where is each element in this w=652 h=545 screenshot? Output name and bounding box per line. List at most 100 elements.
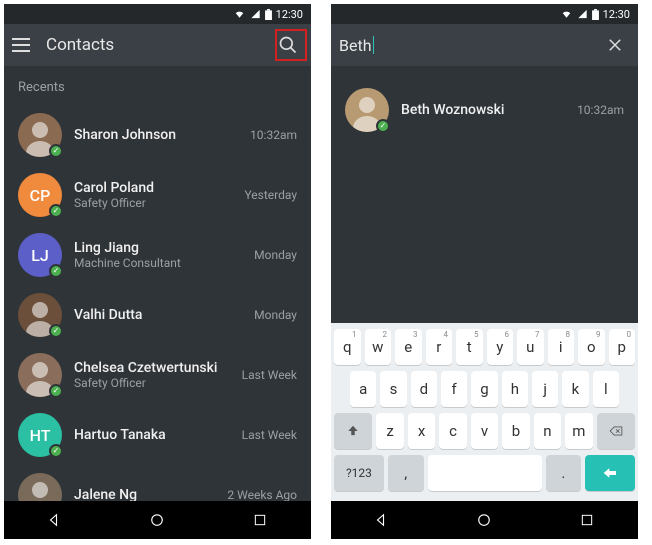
shift-key[interactable] bbox=[334, 413, 372, 449]
signal-icon bbox=[250, 9, 261, 19]
back-button[interactable] bbox=[35, 505, 75, 535]
key-o[interactable]: 9o bbox=[578, 329, 605, 365]
period-key[interactable]: . bbox=[546, 455, 582, 491]
key-f[interactable]: f bbox=[441, 371, 467, 407]
avatar: HT bbox=[18, 413, 62, 457]
app-bar: Contacts bbox=[4, 24, 311, 66]
contact-name: Chelsea Czetwertunski bbox=[74, 360, 230, 376]
contact-subtitle: Safety Officer bbox=[74, 376, 230, 390]
comma-key[interactable]: , bbox=[388, 455, 424, 491]
search-bar: Beth bbox=[331, 24, 638, 66]
contacts-list[interactable]: Recents Sharon Johnson 10:32am CP Carol … bbox=[4, 66, 311, 501]
contact-time: 10:32am bbox=[577, 103, 624, 117]
space-key[interactable] bbox=[428, 455, 542, 491]
tutorial-highlight bbox=[275, 29, 307, 61]
key-m[interactable]: m bbox=[565, 413, 592, 449]
section-label: Recents bbox=[4, 66, 311, 105]
presence-badge bbox=[376, 119, 390, 133]
key-b[interactable]: b bbox=[502, 413, 529, 449]
presence-badge bbox=[49, 324, 63, 338]
contact-row[interactable]: Chelsea Czetwertunski Safety Officer Las… bbox=[4, 345, 311, 405]
key-t[interactable]: 5t bbox=[456, 329, 483, 365]
key-u[interactable]: 7u bbox=[517, 329, 544, 365]
key-r[interactable]: 4r bbox=[426, 329, 453, 365]
presence-badge bbox=[49, 144, 63, 158]
contact-info: Sharon Johnson bbox=[74, 127, 238, 143]
contact-row[interactable]: Sharon Johnson 10:32am bbox=[4, 105, 311, 165]
key-a[interactable]: a bbox=[350, 371, 376, 407]
key-l[interactable]: l bbox=[593, 371, 619, 407]
backspace-key[interactable] bbox=[597, 413, 635, 449]
presence-badge bbox=[49, 384, 63, 398]
key-v[interactable]: v bbox=[471, 413, 498, 449]
recents-button[interactable] bbox=[240, 505, 280, 535]
contact-time: Last Week bbox=[242, 368, 297, 382]
key-c[interactable]: c bbox=[439, 413, 466, 449]
contact-row[interactable]: HT Hartuo Tanaka Last Week bbox=[4, 405, 311, 465]
key-e[interactable]: 3e bbox=[395, 329, 422, 365]
key-d[interactable]: d bbox=[411, 371, 437, 407]
contact-info: Hartuo Tanaka bbox=[74, 427, 230, 443]
avatar: LJ bbox=[18, 233, 62, 277]
key-k[interactable]: k bbox=[562, 371, 588, 407]
contact-row[interactable]: LJ Ling Jiang Machine Consultant Monday bbox=[4, 225, 311, 285]
android-nav-bar bbox=[4, 501, 311, 539]
status-time: 12:30 bbox=[276, 8, 303, 21]
key-g[interactable]: g bbox=[471, 371, 497, 407]
enter-key[interactable] bbox=[585, 455, 635, 491]
avatar bbox=[18, 113, 62, 157]
key-w[interactable]: 2w bbox=[365, 329, 392, 365]
key-p[interactable]: 0p bbox=[609, 329, 636, 365]
contact-name: Jalene Ng bbox=[74, 487, 215, 501]
contact-info: Ling Jiang Machine Consultant bbox=[74, 240, 242, 270]
key-j[interactable]: j bbox=[532, 371, 558, 407]
contact-name: Beth Woznowski bbox=[401, 102, 565, 118]
search-input[interactable]: Beth bbox=[339, 36, 372, 55]
key-x[interactable]: x bbox=[408, 413, 435, 449]
menu-button[interactable] bbox=[12, 34, 34, 56]
contact-row[interactable]: Valhi Dutta Monday bbox=[4, 285, 311, 345]
contact-row[interactable]: CP Carol Poland Safety Officer Yesterday bbox=[4, 165, 311, 225]
android-nav-bar bbox=[331, 501, 638, 539]
recents-button[interactable] bbox=[567, 505, 607, 535]
key-s[interactable]: s bbox=[380, 371, 406, 407]
key-z[interactable]: z bbox=[376, 413, 403, 449]
contact-row[interactable]: Jalene Ng 2 Weeks Ago bbox=[4, 465, 311, 501]
avatar bbox=[345, 88, 389, 132]
contact-time: Last Week bbox=[242, 428, 297, 442]
search-screen: 12:30 Beth Beth Woznowski 10:32am 1q2w3e… bbox=[331, 4, 638, 539]
key-n[interactable]: n bbox=[534, 413, 561, 449]
contacts-screen: 12:30 Contacts Recents Sharon Johnson 10… bbox=[4, 4, 311, 539]
presence-badge bbox=[49, 264, 63, 278]
signal-icon bbox=[577, 9, 588, 19]
home-button[interactable] bbox=[464, 505, 504, 535]
contact-time: 10:32am bbox=[250, 128, 297, 142]
avatar bbox=[18, 293, 62, 337]
contact-name: Sharon Johnson bbox=[74, 127, 238, 143]
search-results[interactable]: Beth Woznowski 10:32am bbox=[331, 66, 638, 323]
clear-search-button[interactable] bbox=[600, 30, 630, 60]
status-bar: 12:30 bbox=[4, 4, 311, 24]
presence-badge bbox=[49, 444, 63, 458]
battery-icon bbox=[592, 9, 599, 20]
wifi-icon bbox=[560, 9, 573, 19]
contact-info: Jalene Ng bbox=[74, 487, 215, 501]
key-i[interactable]: 8i bbox=[548, 329, 575, 365]
back-button[interactable] bbox=[362, 505, 402, 535]
page-title: Contacts bbox=[46, 35, 261, 55]
symbols-key[interactable]: ?123 bbox=[334, 455, 384, 491]
soft-keyboard: 1q2w3e4r5t6y7u8i9o0p asdfghjkl zxcvbnm ?… bbox=[331, 323, 638, 501]
key-q[interactable]: 1q bbox=[334, 329, 361, 365]
contact-row[interactable]: Beth Woznowski 10:32am bbox=[331, 80, 638, 140]
contact-info: Valhi Dutta bbox=[74, 307, 242, 323]
avatar bbox=[18, 353, 62, 397]
key-h[interactable]: h bbox=[502, 371, 528, 407]
home-button[interactable] bbox=[137, 505, 177, 535]
contact-name: Ling Jiang bbox=[74, 240, 242, 256]
battery-icon bbox=[265, 9, 272, 20]
contact-info: Carol Poland Safety Officer bbox=[74, 180, 232, 210]
text-cursor bbox=[373, 36, 374, 54]
key-y[interactable]: 6y bbox=[487, 329, 514, 365]
contact-name: Carol Poland bbox=[74, 180, 232, 196]
contact-time: 2 Weeks Ago bbox=[227, 488, 297, 501]
